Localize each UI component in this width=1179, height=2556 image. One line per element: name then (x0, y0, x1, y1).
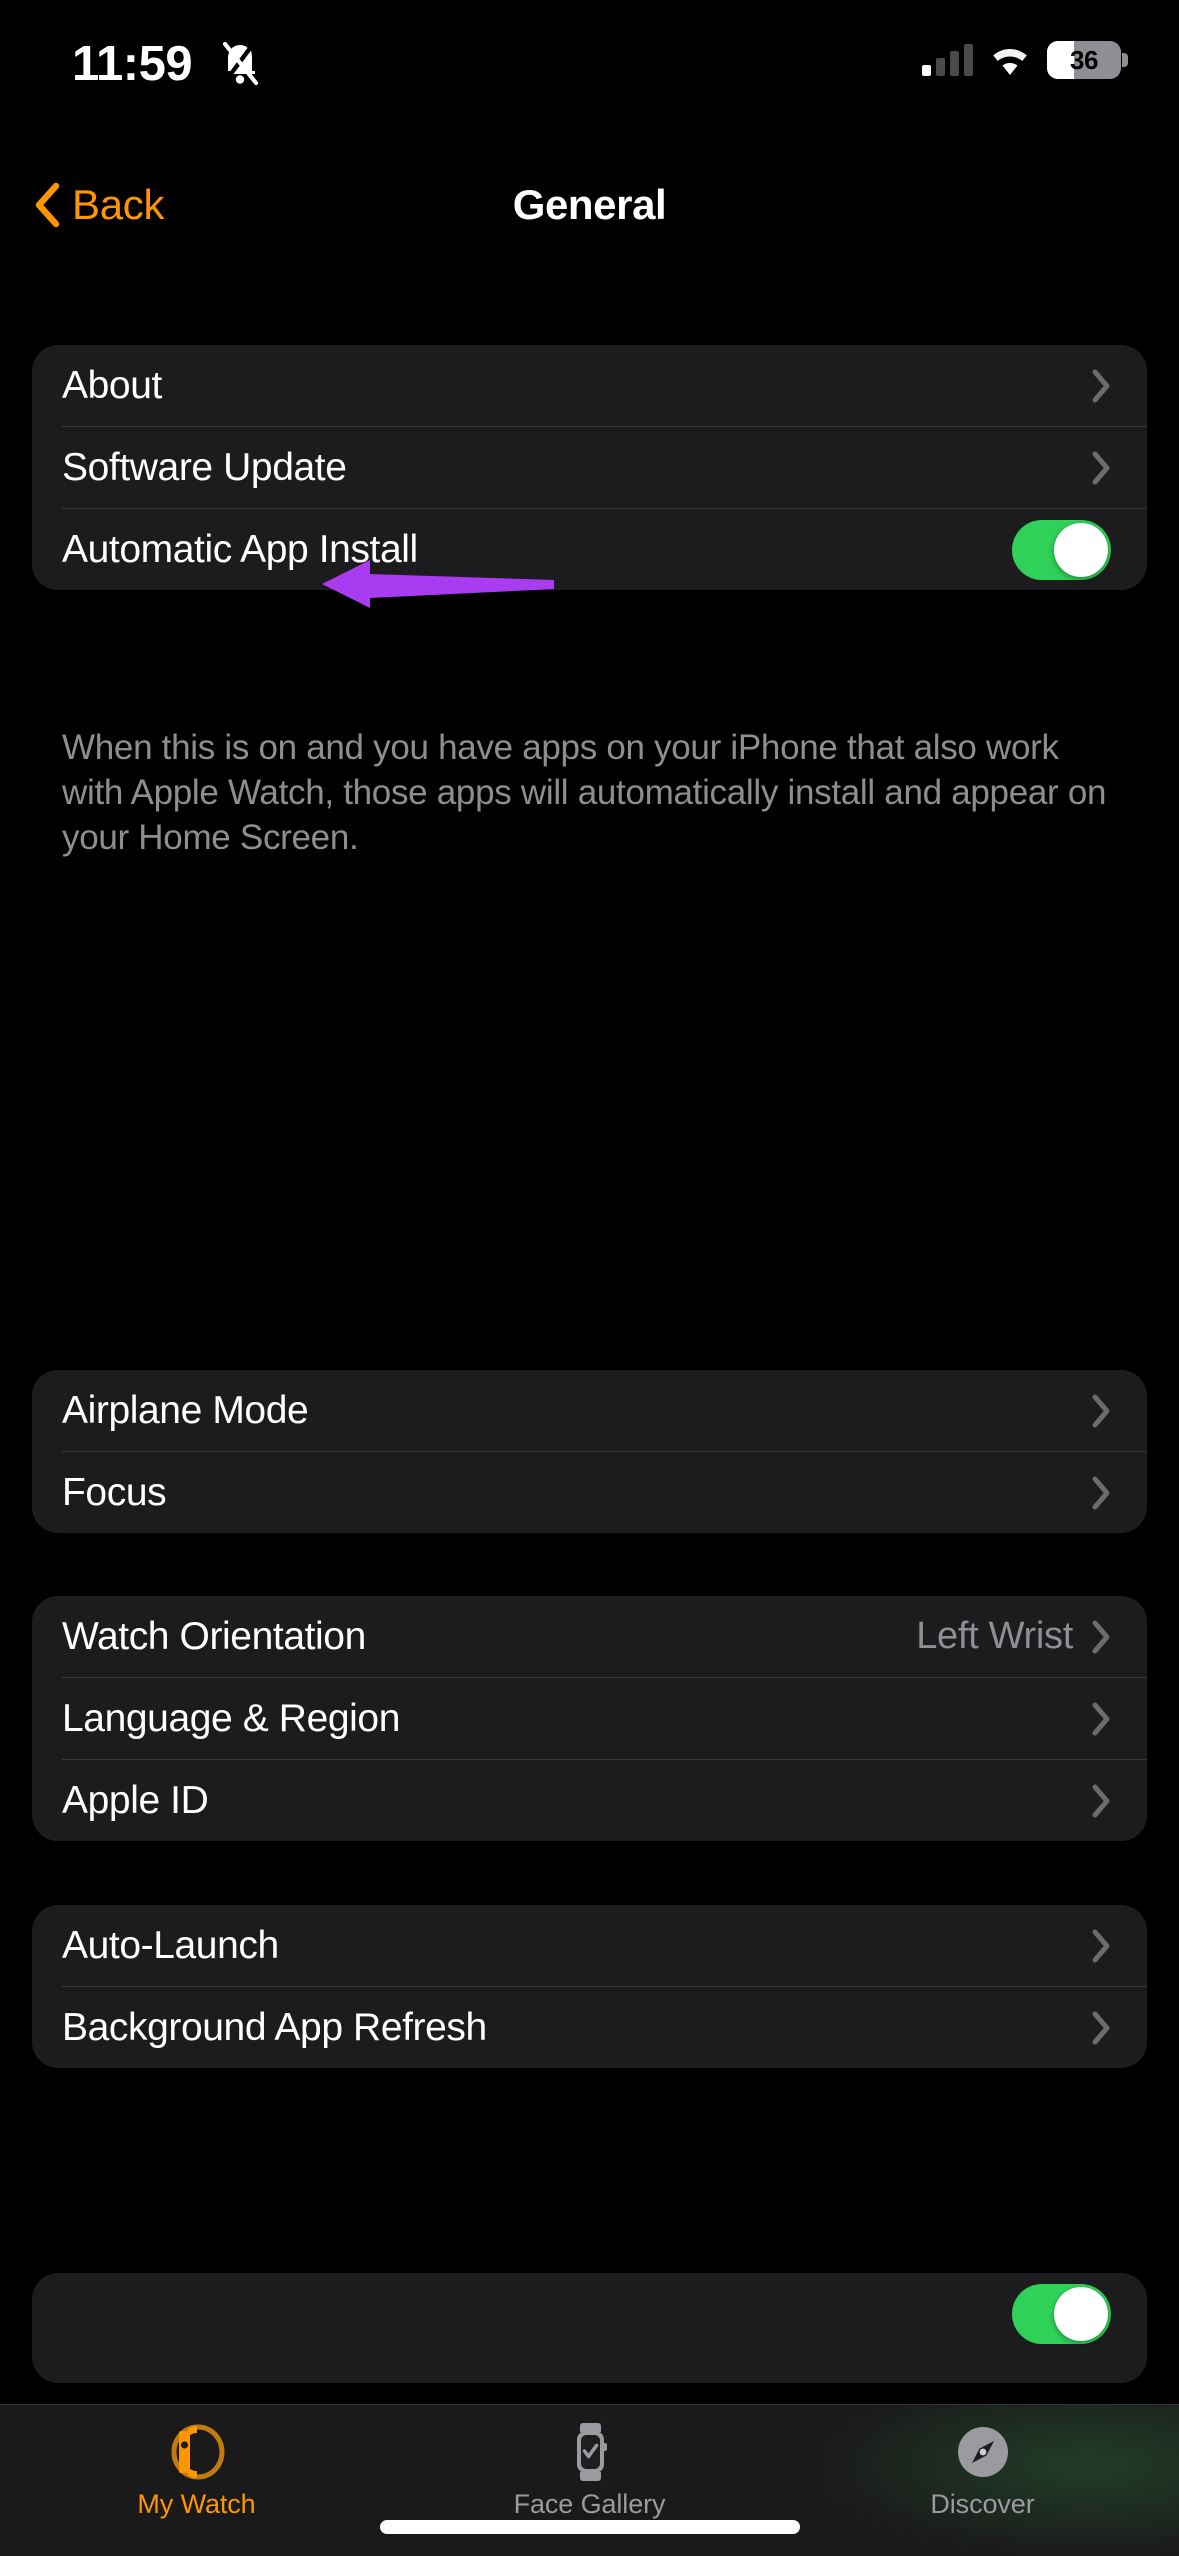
row-partial-toggle[interactable] (32, 2273, 1147, 2354)
apple-watch-side-icon (171, 2424, 224, 2480)
row-about[interactable]: About (32, 345, 1147, 426)
automatic-app-install-toggle[interactable] (1012, 519, 1111, 580)
row-language-region[interactable]: Language & Region (32, 1678, 1147, 1759)
chevron-right-icon (1092, 1784, 1110, 1817)
chevron-right-icon (1092, 1476, 1110, 1509)
row-label: Apple ID (62, 1778, 209, 1822)
tab-label: My Watch (137, 2489, 256, 2519)
chevron-right-icon (1092, 369, 1110, 402)
settings-group-connectivity: Airplane Mode Focus (32, 1370, 1147, 1533)
chevron-left-icon (35, 182, 60, 228)
row-label: Auto-Launch (62, 1923, 279, 1967)
row-airplane-mode[interactable]: Airplane Mode (32, 1370, 1147, 1451)
iphone-screen: 11:59 36 General Back About Software Upd… (0, 0, 1179, 2556)
bell-slash-icon (222, 41, 259, 86)
page-title: General (512, 181, 667, 228)
tab-label: Discover (930, 2489, 1035, 2519)
automatic-app-install-footnote: When this is on and you have apps on you… (62, 728, 1107, 857)
row-automatic-app-install[interactable]: Automatic App Install (32, 509, 1147, 590)
toggle-knob (1054, 522, 1108, 577)
battery-percent-label: 36 (1070, 44, 1098, 75)
back-button-label: Back (72, 181, 165, 228)
chevron-right-icon (1092, 1394, 1110, 1427)
row-label: Focus (62, 1470, 167, 1514)
status-bar-indicators: 36 (922, 36, 1128, 84)
row-software-update[interactable]: Software Update (32, 427, 1147, 508)
row-background-app-refresh[interactable]: Background App Refresh (32, 1987, 1147, 2068)
row-apple-id[interactable]: Apple ID (32, 1760, 1147, 1841)
settings-group-device: Watch Orientation Left Wrist Language & … (32, 1596, 1147, 1841)
chevron-right-icon (1092, 451, 1110, 484)
row-label: Software Update (62, 445, 347, 489)
compass-icon (957, 2427, 1008, 2477)
tab-discover[interactable]: Discover (786, 2405, 1179, 2556)
row-value: Left Wrist (916, 1615, 1073, 1657)
settings-group-apps: Auto-Launch Background App Refresh (32, 1905, 1147, 2068)
status-bar-time: 11:59 (72, 37, 193, 91)
row-focus[interactable]: Focus (32, 1452, 1147, 1533)
settings-list[interactable]: About Software Update Automatic App Inst… (0, 260, 1179, 2556)
watch-face-check-icon (576, 2423, 607, 2481)
toggle-knob (1054, 2286, 1108, 2341)
battery-nub (1122, 53, 1128, 67)
status-bar: 11:59 36 (0, 0, 1179, 140)
settings-group-partial (32, 2273, 1147, 2383)
battery-indicator: 36 (1047, 41, 1128, 79)
row-label: Automatic App Install (62, 527, 418, 571)
row-watch-orientation[interactable]: Watch Orientation Left Wrist (32, 1596, 1147, 1677)
row-label: Airplane Mode (62, 1388, 309, 1432)
wifi-icon (993, 49, 1027, 75)
row-label: About (62, 363, 162, 407)
tab-label: Face Gallery (513, 2489, 666, 2519)
row-label: Watch Orientation (62, 1614, 366, 1658)
tab-my-watch[interactable]: My Watch (0, 2405, 393, 2556)
navigation-bar: General Back (0, 150, 1179, 260)
home-indicator (379, 2520, 800, 2534)
row-label: Background App Refresh (62, 2005, 487, 2049)
chevron-right-icon (1092, 1929, 1110, 1962)
chevron-right-icon (1092, 1620, 1110, 1653)
partial-toggle[interactable] (1012, 2283, 1111, 2344)
back-button[interactable]: Back (24, 150, 174, 260)
settings-group-updates: About Software Update Automatic App Inst… (32, 345, 1147, 590)
chevron-right-icon (1092, 2011, 1110, 2044)
chevron-right-icon (1092, 1702, 1110, 1735)
row-label: Language & Region (62, 1696, 400, 1740)
row-auto-launch[interactable]: Auto-Launch (32, 1905, 1147, 1986)
cellular-signal-icon (922, 44, 973, 76)
